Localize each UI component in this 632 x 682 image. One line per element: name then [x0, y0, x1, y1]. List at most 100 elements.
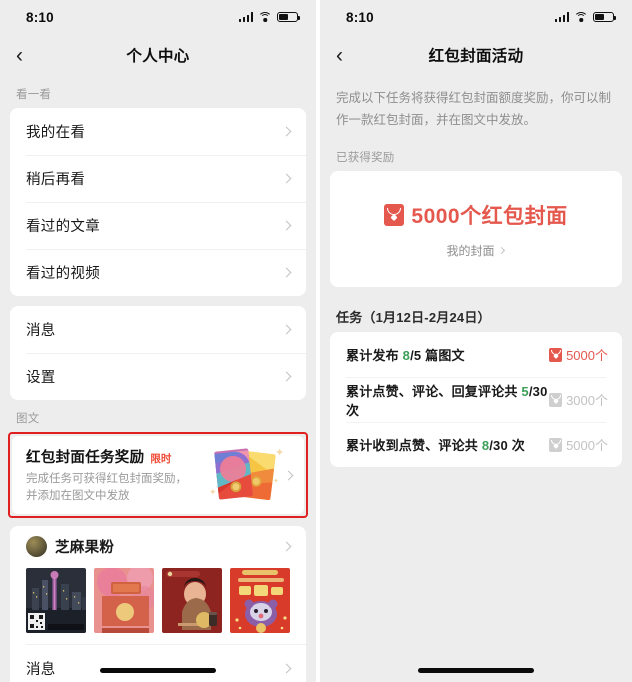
promo-title-line: 红包封面任务奖励 限时	[26, 446, 207, 467]
task-suffix: /30 次	[489, 438, 525, 453]
list-card-kankan: 我的在看 稍后再看 看过的文章 看过的视频	[10, 108, 306, 296]
account-row[interactable]: 芝麻果粉	[10, 526, 306, 566]
earned-reward-card: 5000个红包封面 我的封面	[330, 171, 622, 287]
red-envelope-icon	[384, 203, 405, 226]
cover-thumbnail-grid	[10, 566, 306, 645]
task-current-count: 8	[402, 348, 411, 363]
list-item-messages-bottom[interactable]: 消息	[10, 645, 306, 682]
list-item-label: 看过的文章	[26, 219, 100, 235]
home-indicator	[418, 668, 534, 673]
task-row[interactable]: 累计发布 8/5 篇图文 5000个	[330, 332, 622, 377]
list-item-watched-videos[interactable]: 看过的视频	[10, 249, 306, 296]
phone-screen-red-envelope-activity: 8:10 ‹ 红包封面活动 完成以下任务将获得红包封面额度奖励，你可以制作一款红…	[316, 0, 632, 682]
list-item-label: 我的在看	[26, 125, 86, 141]
list-item-label: 稍后再看	[26, 172, 86, 188]
task-reward-amount: 5000个	[566, 348, 608, 363]
battery-icon	[277, 11, 301, 23]
status-time: 8:10	[26, 9, 54, 25]
sparkle-icon: ✦	[209, 487, 217, 497]
section-label-kankan: 看一看	[16, 89, 52, 101]
list-item-label: 消息	[26, 323, 56, 339]
status-bar-right: 8:10	[320, 0, 632, 34]
account-name: 芝麻果粉	[55, 539, 115, 556]
sparkle-icon: ✦	[275, 447, 285, 459]
chevron-right-icon	[281, 267, 292, 278]
red-envelope-icon	[549, 392, 563, 407]
promo-card-red-envelope-task[interactable]: 红包封面任务奖励 限时 完成任务可获得红包封面奖励，并添加在图文中发放 ✦ ✦ …	[12, 436, 304, 514]
list-item-read-articles[interactable]: 看过的文章	[10, 202, 306, 249]
cover-thumb-city-night[interactable]	[26, 568, 86, 633]
cover-thumb-fortune-tiger[interactable]	[230, 568, 290, 633]
sparkle-icon: ✦	[273, 478, 279, 485]
task-description: 累计点赞、评论、回复评论共 5/30 次	[346, 381, 549, 419]
red-envelope-icon	[549, 347, 563, 362]
red-envelope-illustration: ✦ ✦ ✦	[207, 442, 285, 508]
task-reward: 5000个	[549, 345, 608, 364]
status-time: 8:10	[346, 9, 374, 25]
chevron-right-icon	[497, 246, 505, 254]
promo-text-block: 红包封面任务奖励 限时 完成任务可获得红包封面奖励，并添加在图文中发放	[26, 446, 207, 504]
avatar	[26, 535, 47, 557]
status-badge-limited-time: 限时	[150, 452, 172, 465]
list-item-messages[interactable]: 消息	[10, 306, 306, 353]
list-item-label: 设置	[26, 370, 56, 386]
task-reward-amount: 3000个	[566, 393, 608, 408]
task-suffix: /5 篇图文	[410, 348, 465, 363]
red-envelope-icon	[549, 437, 563, 452]
task-list-card: 累计发布 8/5 篇图文 5000个 累计点赞、评论、回复评论共 5/30 次 …	[330, 332, 622, 467]
chevron-right-icon	[281, 541, 292, 551]
tasks-date-range: （1月12日-2月24日）	[362, 310, 491, 325]
my-covers-label: 我的封面	[446, 243, 495, 258]
my-covers-link[interactable]: 我的封面	[446, 242, 505, 259]
task-row[interactable]: 累计点赞、评论、回复评论共 5/30 次 3000个	[330, 377, 622, 422]
list-item-label: 看过的视频	[26, 266, 100, 282]
promo-description: 完成任务可获得红包封面奖励，并添加在图文中发放	[26, 472, 187, 502]
section-label-earned: 已获得奖励	[336, 152, 395, 164]
cover-thumb-woman-portrait[interactable]	[162, 568, 222, 633]
account-card: 芝麻果粉 消息	[10, 526, 306, 682]
list-item-my-reading[interactable]: 我的在看	[10, 108, 306, 155]
chevron-right-icon	[281, 126, 292, 137]
screenshot-stage: 8:10 ‹ 个人中心 看一看 我的在看 稍后再看 看过的文章 看过的视频 消息…	[0, 0, 632, 682]
back-button[interactable]: ‹	[336, 45, 362, 66]
list-card-general: 消息 设置	[10, 306, 306, 400]
chevron-right-icon	[281, 324, 292, 335]
list-item-watch-later[interactable]: 稍后再看	[10, 155, 306, 202]
earned-reward-main: 5000个红包封面	[384, 200, 567, 230]
status-indicators	[238, 11, 301, 23]
nav-bar-left: ‹ 个人中心	[0, 34, 316, 76]
wifi-icon	[574, 11, 588, 23]
list-item-settings[interactable]: 设置	[10, 353, 306, 400]
task-reward-amount: 5000个	[566, 438, 608, 453]
back-button[interactable]: ‹	[16, 45, 42, 66]
phone-screen-personal-center: 8:10 ‹ 个人中心 看一看 我的在看 稍后再看 看过的文章 看过的视频 消息…	[0, 0, 316, 682]
earned-reward-amount: 5000个红包封面	[411, 204, 568, 228]
task-prefix: 累计发布	[346, 348, 403, 363]
task-row[interactable]: 累计收到点赞、评论共 8/30 次 5000个	[330, 422, 622, 467]
task-prefix: 累计收到点赞、评论共	[346, 438, 482, 453]
task-description: 累计发布 8/5 篇图文	[346, 345, 549, 364]
signal-bars-icon	[238, 12, 253, 22]
page-title: 个人中心	[126, 48, 190, 65]
cover-thumb-pink-flower[interactable]	[94, 568, 154, 633]
signal-bars-icon	[554, 12, 569, 22]
wifi-icon	[258, 11, 272, 23]
chevron-right-icon	[281, 371, 292, 382]
tasks-label: 任务	[336, 310, 363, 325]
home-indicator	[100, 668, 216, 673]
status-bar-left: 8:10	[0, 0, 316, 34]
promo-highlight-frame: 红包封面任务奖励 限时 完成任务可获得红包封面奖励，并添加在图文中发放 ✦ ✦ …	[8, 432, 308, 518]
section-label-tuwen: 图文	[16, 413, 40, 425]
task-reward: 3000个	[549, 390, 608, 409]
promo-title: 红包封面任务奖励	[26, 449, 145, 466]
chevron-right-icon	[281, 663, 292, 674]
task-reward: 5000个	[549, 435, 608, 454]
section-label-tasks: 任务（1月12日-2月24日）	[320, 287, 632, 332]
task-description: 累计收到点赞、评论共 8/30 次	[346, 435, 549, 454]
task-prefix: 累计点赞、评论、回复评论共	[346, 383, 522, 399]
battery-icon	[593, 11, 617, 23]
status-indicators	[554, 11, 617, 23]
page-title: 红包封面活动	[428, 48, 524, 65]
